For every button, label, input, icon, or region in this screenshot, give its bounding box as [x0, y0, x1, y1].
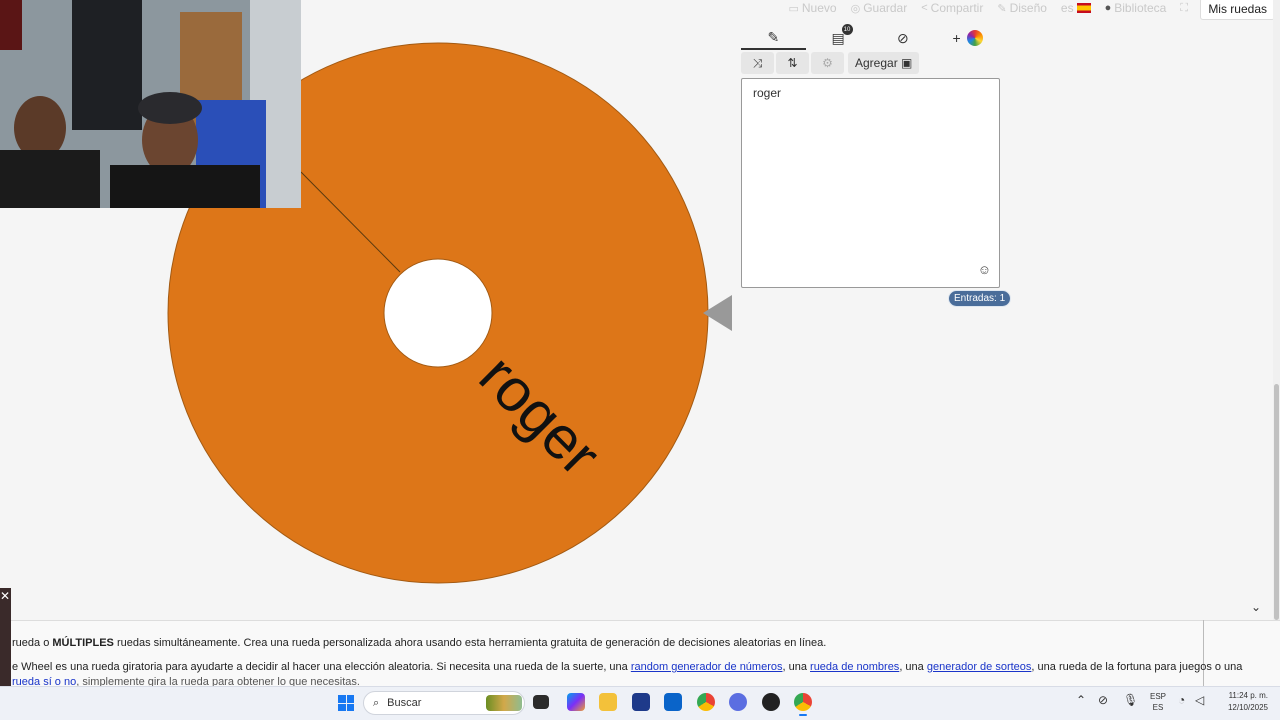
entries-count-badge: Entradas: 1 — [948, 290, 1012, 307]
sort-icon: ⇅ — [787, 56, 798, 70]
flag-es-icon — [1076, 3, 1091, 13]
agregar-image-button[interactable]: Agregar ▣ — [848, 52, 920, 74]
gear-icon: ⚙ — [822, 56, 833, 70]
entries-text: roger — [753, 86, 782, 100]
image-icon: ▣ — [901, 56, 913, 70]
pencil-icon: ✎ — [997, 2, 1007, 15]
edit-icon: ✎ — [767, 28, 780, 45]
tab-results[interactable]: ▤ 10 — [806, 24, 871, 50]
color-wheel-icon — [966, 30, 983, 46]
link-generador-numeros[interactable]: random generador de números — [631, 661, 783, 673]
save-icon: ◎ — [850, 2, 861, 15]
outlook-icon[interactable] — [664, 693, 682, 711]
agregar-label: Agregar — [855, 56, 898, 70]
search-highlight-image — [486, 695, 522, 711]
taskbar-search-placeholder: Buscar — [387, 697, 422, 709]
nav-biblioteca[interactable]: ● Biblioteca — [1105, 1, 1167, 15]
obs-icon[interactable] — [762, 693, 780, 711]
nav-nuevo[interactable]: ▭ Nuevo — [788, 1, 836, 15]
link-generador-sorteos[interactable]: generador de sorteos — [927, 661, 1032, 673]
settings-button[interactable]: ⚙ — [811, 52, 844, 74]
chrome-active-icon[interactable] — [794, 693, 812, 716]
editor-tabs: ✎ ▤ 10 ⊘ + — [741, 24, 1000, 50]
editor-toolbar: ⤨ ⇅ ⚙ Agregar ▣ — [741, 52, 920, 74]
shuffle-icon: ⤨ — [752, 55, 763, 70]
store-icon[interactable] — [632, 693, 650, 711]
app-icon[interactable] — [729, 693, 747, 711]
entries-textarea[interactable]: roger ☺ — [741, 78, 1000, 288]
nav-language[interactable]: es — [1061, 1, 1091, 15]
nav-diseno-label: Diseño — [1009, 1, 1047, 15]
close-icon[interactable]: ✕ — [0, 589, 10, 603]
nav-compartir-label: Compartir — [930, 1, 984, 15]
emoji-icon[interactable]: ☺ — [978, 262, 991, 277]
search-icon: ⌕ — [373, 696, 380, 709]
windows-start-icon[interactable] — [338, 695, 354, 711]
webcam-overlay — [0, 0, 301, 208]
nav-compartir[interactable]: < Compartir — [921, 1, 983, 15]
sort-button[interactable]: ⇅ — [776, 52, 809, 74]
copilot-icon[interactable] — [567, 693, 585, 711]
chevron-down-icon[interactable]: ⌄ — [1251, 600, 1261, 614]
nav-nuevo-label: Nuevo — [801, 1, 837, 15]
results-badge: 10 — [841, 24, 853, 35]
fullscreen-icon[interactable]: ⛶ — [1180, 2, 1188, 15]
file-explorer-icon[interactable] — [599, 693, 617, 711]
nav-biblioteca-label: Biblioteca — [1114, 1, 1167, 15]
mis-ruedas-button[interactable]: Mis ruedas — [1200, 0, 1275, 20]
webcam-feed-image — [0, 0, 301, 208]
microphone-icon[interactable]: 🎙 — [1123, 693, 1138, 707]
scrollbar-thumb[interactable] — [1274, 384, 1279, 620]
wifi-icon[interactable]: ◔ — [1178, 693, 1185, 707]
volume-icon[interactable]: ◁ — [1195, 693, 1204, 707]
chrome-icon[interactable] — [697, 693, 715, 711]
nav-guardar-label: Guardar — [863, 1, 908, 15]
description-line-2: e Wheel es una rueda giratoria para ayud… — [12, 661, 1243, 673]
system-clock[interactable]: 11:24 p. m. 12/10/2025 — [1216, 690, 1268, 714]
tab-edit[interactable]: ✎ — [741, 26, 806, 50]
link-rueda-nombres[interactable]: rueda de nombres — [810, 661, 899, 673]
nav-language-label: es — [1060, 1, 1074, 15]
description-line-1: rueda o MÚLTIPLES ruedas simultáneamente… — [12, 637, 827, 649]
chevron-up-icon[interactable]: ⌃ — [1076, 693, 1086, 707]
shuffle-button[interactable]: ⤨ — [741, 52, 774, 74]
network-off-icon[interactable]: ⊘ — [1098, 693, 1108, 707]
hide-icon: ⊘ — [897, 29, 909, 46]
page-icon: ▭ — [788, 2, 799, 15]
nav-guardar[interactable]: ◎ Guardar — [851, 1, 908, 15]
language-indicator[interactable]: ESP ES — [1150, 691, 1166, 713]
tab-hide[interactable]: ⊘ — [871, 26, 936, 50]
nav-diseno[interactable]: ✎ Diseño — [997, 1, 1047, 15]
add-icon: + — [952, 30, 961, 46]
globe-icon: ● — [1104, 2, 1112, 14]
wheel-center-hub[interactable] — [383, 258, 493, 368]
tab-add-wheel[interactable]: + — [935, 26, 1000, 50]
task-view-icon[interactable] — [533, 695, 549, 709]
top-nav: ▭ Nuevo ◎ Guardar < Compartir ✎ Diseño es ● B… — [774, 0, 1188, 16]
share-icon: < — [921, 2, 928, 14]
